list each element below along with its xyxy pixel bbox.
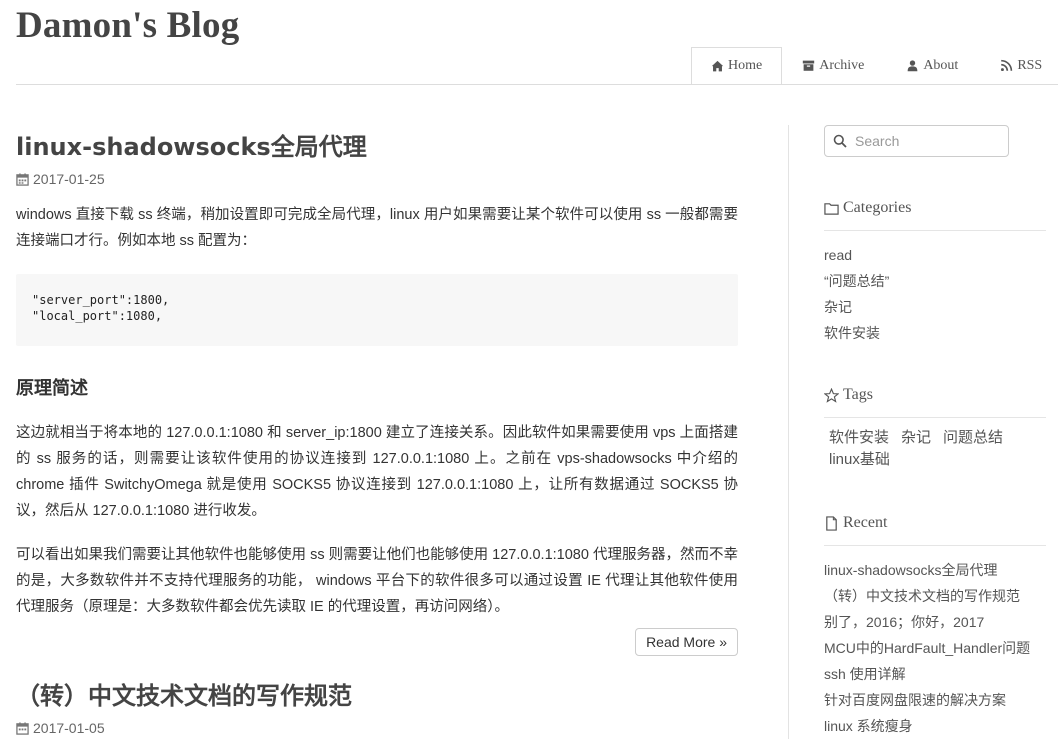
nav-tab-about[interactable]: About (884, 47, 980, 84)
user-icon (907, 60, 918, 72)
recent-item[interactable]: linux 系统瘦身 (824, 713, 1030, 739)
tag-item[interactable]: 软件安装 (829, 427, 889, 449)
file-icon (826, 515, 837, 531)
recent-item[interactable]: 别了，2016；你好，2017 (824, 609, 1030, 635)
site-title[interactable]: Damon's Blog (16, 4, 239, 47)
nav-tab-rss[interactable]: RSS (980, 47, 1052, 84)
post-date-text: 2017-01-05 (33, 720, 105, 736)
recent-item[interactable]: MCU中的HardFault_Handler问题 (824, 635, 1030, 661)
rss-icon (1001, 59, 1013, 72)
category-item[interactable]: read (824, 242, 889, 268)
tags-heading: Tags (824, 386, 873, 404)
folder-icon (824, 202, 839, 215)
category-item[interactable]: “问题总结” (824, 268, 889, 294)
nav-archive-label: Archive (819, 57, 865, 73)
calendar-icon (16, 721, 29, 735)
categories-heading: Categories (824, 199, 911, 217)
recent-divider (824, 545, 1046, 546)
nav-about-label: About (923, 57, 959, 73)
recent-item[interactable]: linux-shadowsocks全局代理 (824, 557, 1030, 583)
recent-item[interactable]: （转）中文技术文档的写作规范 (824, 583, 1030, 609)
search-icon (833, 134, 847, 148)
tag-item[interactable]: 问题总结 (943, 427, 1003, 449)
post-date: 2017-01-05 (16, 720, 105, 736)
archive-icon (803, 60, 815, 71)
category-item[interactable]: 软件安装 (824, 320, 889, 346)
post-intro: windows 直接下载 ss 终端，稍加设置即可完成全局代理，linux 用户… (16, 207, 738, 249)
calendar-icon (16, 172, 29, 186)
post-title[interactable]: （转）中文技术文档的写作规范 (16, 676, 352, 711)
nav-rss-label: RSS (1017, 57, 1043, 73)
nav-tab-home[interactable]: Home (691, 47, 783, 85)
recent-list: linux-shadowsocks全局代理 （转）中文技术文档的写作规范 别了，… (824, 557, 1030, 739)
categories-heading-label: Categories (843, 199, 912, 216)
top-nav: Home Archive About RSS (691, 47, 1052, 85)
section-heading: 原理简述 (16, 378, 88, 398)
post-paragraph-3: 可以看出如果我们需要让其他软件也能够使用 ss 则需要让他们也能够使用 127.… (16, 547, 738, 615)
recent-item[interactable]: 针对百度网盘限速的解决方案 (824, 687, 1030, 713)
tag-item[interactable]: linux基础 (829, 449, 890, 471)
recent-heading: Recent (824, 514, 887, 532)
search-box[interactable] (824, 125, 1009, 157)
tag-item[interactable]: 杂记 (901, 427, 931, 449)
search-input[interactable] (853, 132, 1007, 150)
star-icon (824, 387, 839, 403)
nav-tab-archive[interactable]: Archive (782, 47, 884, 84)
post-date: 2017-01-25 (16, 171, 105, 187)
category-item[interactable]: 杂记 (824, 294, 889, 320)
sidebar-divider (788, 125, 789, 739)
tags-cloud: 软件安装 杂记 问题总结 linux基础 (829, 427, 1044, 471)
recent-heading-label: Recent (843, 514, 888, 531)
nav-home-label: Home (728, 58, 763, 73)
recent-item[interactable]: ssh 使用详解 (824, 661, 1030, 687)
categories-divider (824, 230, 1046, 231)
post-date-text: 2017-01-25 (33, 171, 105, 187)
post-title[interactable]: linux-shadowsocks全局代理 (16, 127, 367, 162)
tags-divider (824, 417, 1046, 418)
home-icon (711, 60, 724, 71)
read-more-button[interactable]: Read More » (635, 628, 738, 656)
header-divider (16, 84, 1058, 85)
categories-list: read “问题总结” 杂记 软件安装 (824, 242, 889, 346)
tags-heading-label: Tags (843, 386, 873, 403)
post-paragraph-2: 这边就相当于将本地的 127.0.0.1:1080 和 server_ip:18… (16, 425, 738, 519)
code-block: "server_port":1800, "local_port":1080, (16, 274, 738, 346)
